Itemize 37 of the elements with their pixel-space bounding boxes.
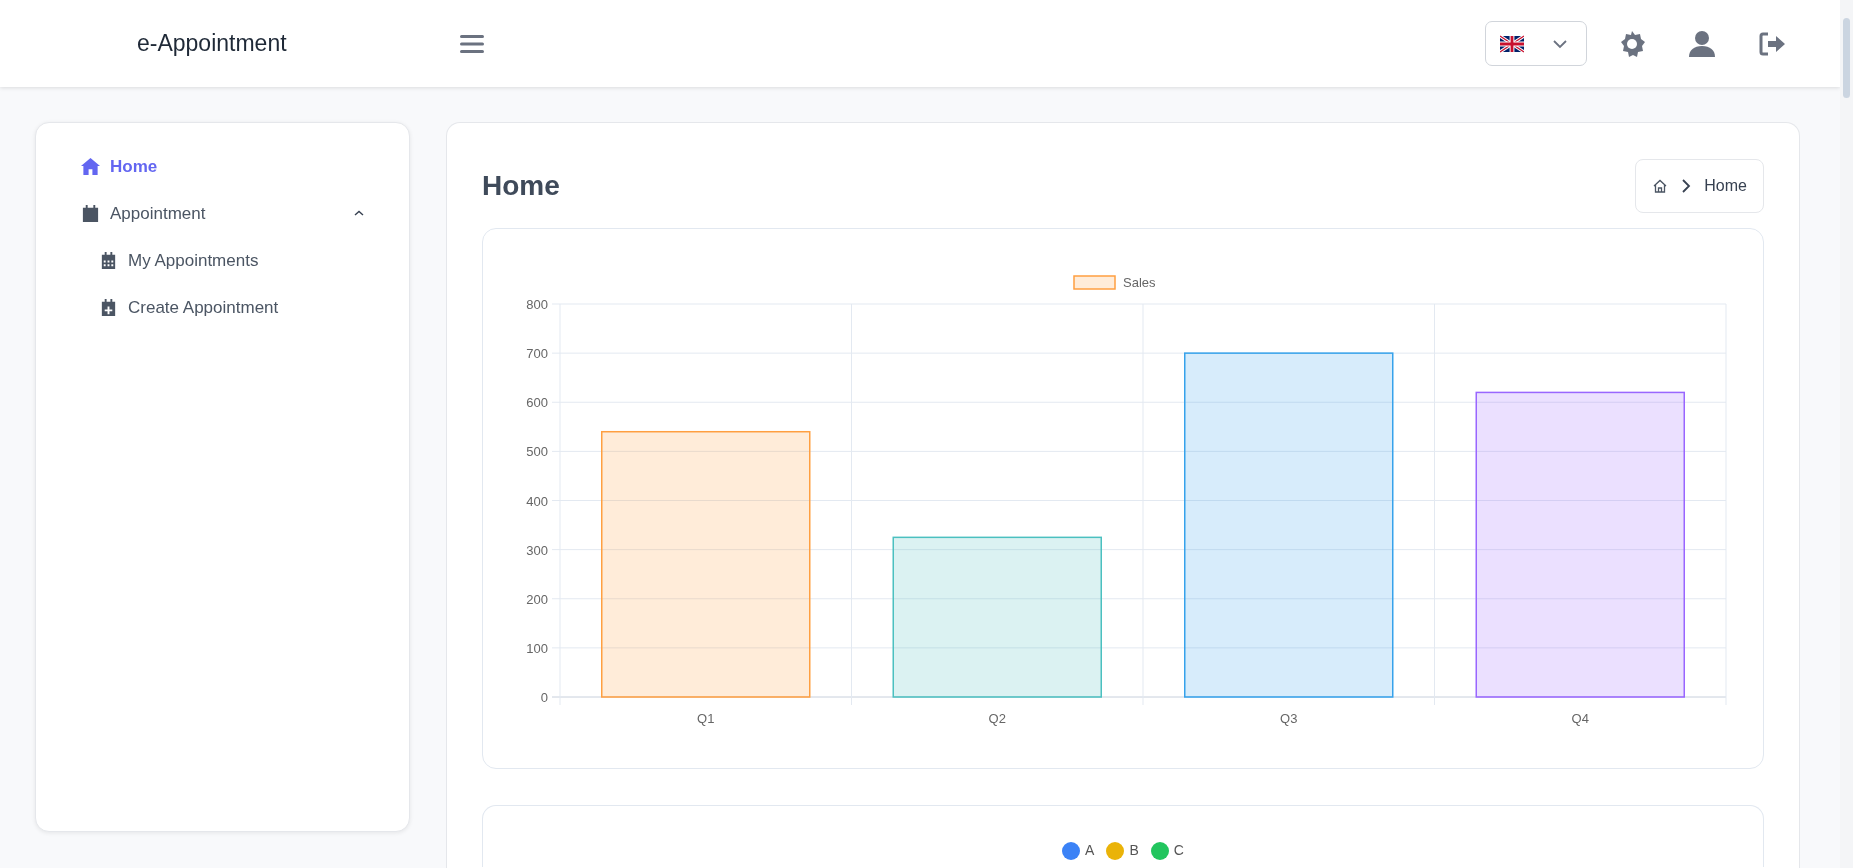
chevron-up-icon bbox=[354, 210, 364, 217]
calendar-plus-icon bbox=[99, 298, 118, 317]
home-icon[interactable] bbox=[1652, 178, 1669, 194]
calendar-icon bbox=[99, 251, 118, 270]
app-logo-text: e-Appointment bbox=[137, 30, 288, 57]
axis-tick-label: Q2 bbox=[988, 711, 1006, 726]
page-title: Home bbox=[482, 170, 560, 202]
axis-tick-label: 100 bbox=[526, 640, 548, 656]
home-icon bbox=[81, 157, 100, 176]
axis-tick-label: 400 bbox=[526, 493, 548, 509]
user-icon[interactable] bbox=[1687, 28, 1717, 59]
axis-tick-label: 500 bbox=[526, 444, 548, 460]
sidebar-item[interactable]: Home bbox=[36, 143, 409, 190]
scrollbar-thumb[interactable] bbox=[1843, 18, 1850, 98]
sidebar-item[interactable]: My Appointments bbox=[36, 237, 409, 284]
axis-tick-label: Q4 bbox=[1571, 711, 1589, 726]
language-select[interactable] bbox=[1485, 21, 1587, 66]
calendar-icon bbox=[81, 204, 100, 223]
axis-tick-label: 0 bbox=[540, 690, 548, 705]
axis-tick-label: 700 bbox=[526, 346, 548, 362]
scrollbar[interactable] bbox=[1840, 0, 1853, 868]
axis-tick-label: Q3 bbox=[1280, 711, 1298, 726]
breadcrumb-item[interactable]: Home bbox=[1704, 177, 1747, 195]
chevron-down-icon bbox=[1552, 38, 1568, 49]
axis-tick-label: 200 bbox=[526, 591, 548, 607]
legend-label[interactable]: B bbox=[1129, 842, 1139, 858]
axis-tick-label: 600 bbox=[526, 395, 548, 411]
menu-icon[interactable] bbox=[460, 33, 484, 54]
axis-tick-label: 300 bbox=[526, 542, 548, 558]
sidebar-item[interactable]: Appointment bbox=[36, 190, 409, 237]
legend-label[interactable]: A bbox=[1085, 842, 1095, 858]
axis-tick-label: Q1 bbox=[697, 711, 715, 726]
sidebar-item[interactable]: Create Appointment bbox=[36, 284, 409, 331]
axis-tick-label: 800 bbox=[526, 297, 548, 312]
legend-label[interactable]: C bbox=[1173, 842, 1184, 858]
flag-icon bbox=[1500, 34, 1524, 53]
legend-label: Sales bbox=[1123, 275, 1157, 290]
